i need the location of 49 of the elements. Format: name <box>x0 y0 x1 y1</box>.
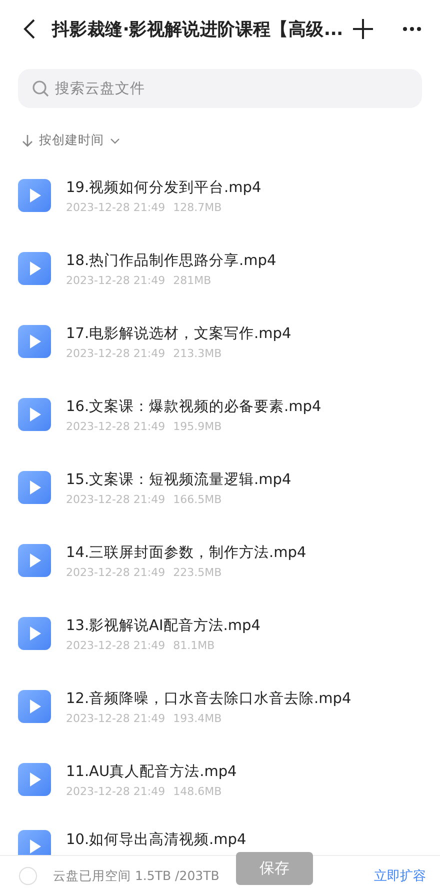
add-icon[interactable] <box>352 18 374 40</box>
file-name[interactable]: 14.三联屏封面参数，制作方法.mp4 <box>66 542 306 562</box>
file-date: 2023-12-28 21:49 <box>66 566 166 578</box>
file-name[interactable]: 10.如何导出高清视频.mp4 <box>66 830 246 849</box>
file-date: 2023-12-28 21:49 <box>66 492 166 506</box>
select-checkbox[interactable] <box>19 867 37 885</box>
video-file-icon <box>18 179 51 212</box>
file-date: 2023-12-28 21:49 <box>66 638 166 652</box>
file-name[interactable]: 15.文案课：短视频流量逻辑.mp4 <box>66 470 292 488</box>
file-date: 2023-12-28 21:49 <box>66 274 166 286</box>
file-name[interactable]: 13.影视解说AI配音方法.mp4 <box>66 616 260 634</box>
file-size: 195.9MB <box>173 420 222 432</box>
more-icon[interactable] <box>402 26 422 32</box>
video-file-icon <box>18 325 51 358</box>
file-name[interactable]: 16.文案课：爆款视频的必备要素.mp4 <box>66 396 322 416</box>
file-name[interactable]: 18.热门作品制作思路分享.mp4 <box>66 250 276 270</box>
back-icon[interactable] <box>22 18 36 40</box>
expand-link[interactable]: 立即扩容 <box>374 867 426 885</box>
file-size: 166.5MB <box>173 492 222 506</box>
file-size: 128.7MB <box>173 200 222 214</box>
sort-dropdown[interactable]: 按创建时间 <box>22 132 120 149</box>
video-file-icon <box>18 544 51 577</box>
video-file-icon <box>18 398 51 431</box>
video-file-icon <box>18 471 51 504</box>
video-file-icon <box>18 617 51 650</box>
video-file-icon <box>18 252 51 285</box>
file-name[interactable]: 12.音频降噪，口水音去除口水音去除.mp4 <box>66 688 352 708</box>
video-file-icon <box>18 690 51 723</box>
file-date: 2023-12-28 21:49 <box>66 346 166 360</box>
file-size: 223.5MB <box>173 566 222 578</box>
chevron-down-icon <box>110 138 120 144</box>
file-name[interactable]: 19.视频如何分发到平台.mp4 <box>66 178 262 196</box>
search-field[interactable]: 搜索云盘文件 <box>18 69 422 108</box>
file-date: 2023-12-28 21:49 <box>66 200 166 214</box>
file-date: 2023-12-28 21:49 <box>66 784 166 798</box>
file-size: 213.3MB <box>173 346 222 360</box>
video-file-icon <box>18 763 51 796</box>
file-name[interactable]: 17.电影解说选材，文案写作.mp4 <box>66 324 292 342</box>
file-name[interactable]: 11.AU真人配音方法.mp4 <box>66 762 237 780</box>
search-icon <box>32 80 49 97</box>
file-date: 2023-12-28 21:49 <box>66 420 166 432</box>
file-date: 2023-12-28 21:49 <box>66 712 166 724</box>
file-size: 148.6MB <box>173 784 222 798</box>
down-arrow-icon <box>22 134 33 147</box>
storage-usage: 云盘已用空间 1.5TB /203TB <box>53 868 220 884</box>
file-size: 81.1MB <box>173 638 215 652</box>
file-size: 281MB <box>173 274 212 286</box>
page-title: 抖影裁缝·影视解说进阶课程【高级... <box>52 18 344 41</box>
file-size: 193.4MB <box>173 712 222 724</box>
